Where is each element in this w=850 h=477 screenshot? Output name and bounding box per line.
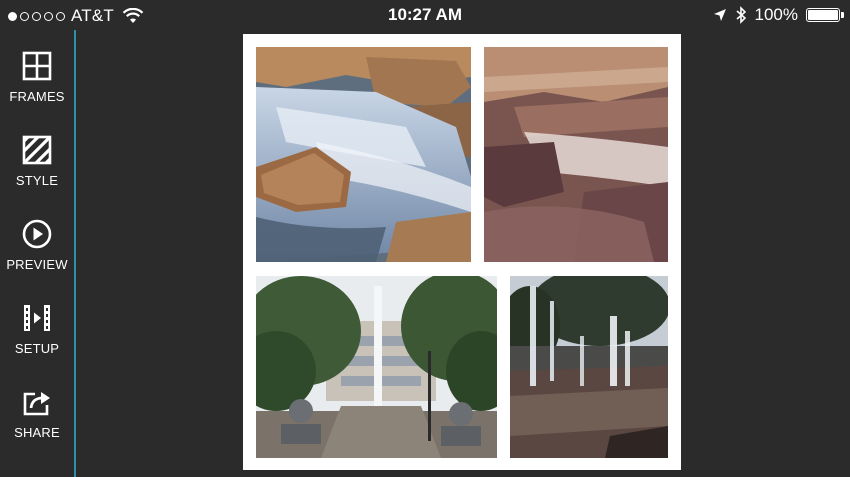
frames-grid-icon bbox=[22, 51, 52, 81]
battery-icon bbox=[806, 8, 844, 22]
sidebar-item-frames[interactable]: FRAMES bbox=[0, 36, 74, 112]
photo-sepia-cascade[interactable] bbox=[484, 47, 668, 262]
location-arrow-icon bbox=[713, 9, 726, 21]
fountain-image bbox=[510, 276, 668, 458]
photo-waterfall[interactable] bbox=[256, 47, 471, 262]
plaza-image bbox=[256, 276, 497, 458]
status-bar: AT&T 10:27 AM 100% bbox=[0, 0, 850, 30]
sidebar-item-preview[interactable]: PREVIEW bbox=[0, 204, 74, 280]
film-strip-icon bbox=[24, 305, 50, 331]
sidebar-item-label: STYLE bbox=[15, 173, 59, 188]
sidebar: FRAMES STYLE PREVIEW SETUP SHARE bbox=[0, 30, 76, 477]
sidebar-item-share[interactable]: SHARE bbox=[0, 372, 74, 448]
status-right: 100% bbox=[713, 5, 844, 25]
play-circle-icon bbox=[22, 219, 52, 249]
sidebar-item-label: FRAMES bbox=[9, 89, 65, 104]
share-arrow-icon bbox=[23, 392, 50, 416]
style-stripes-icon bbox=[22, 135, 52, 165]
sidebar-item-label: SHARE bbox=[14, 425, 60, 440]
battery-fill bbox=[808, 10, 838, 20]
battery-percentage: 100% bbox=[754, 5, 798, 24]
waterfall-image bbox=[256, 47, 471, 262]
bluetooth-icon bbox=[735, 6, 746, 24]
photo-fountain[interactable] bbox=[510, 276, 668, 458]
sidebar-item-style[interactable]: STYLE bbox=[0, 120, 74, 196]
photo-collage bbox=[243, 34, 681, 470]
sidebar-item-label: SETUP bbox=[14, 341, 60, 356]
photo-plaza-trees[interactable] bbox=[256, 276, 497, 458]
sidebar-item-label: PREVIEW bbox=[6, 257, 68, 272]
sidebar-item-setup[interactable]: SETUP bbox=[0, 288, 74, 364]
cascade-image bbox=[484, 47, 668, 262]
